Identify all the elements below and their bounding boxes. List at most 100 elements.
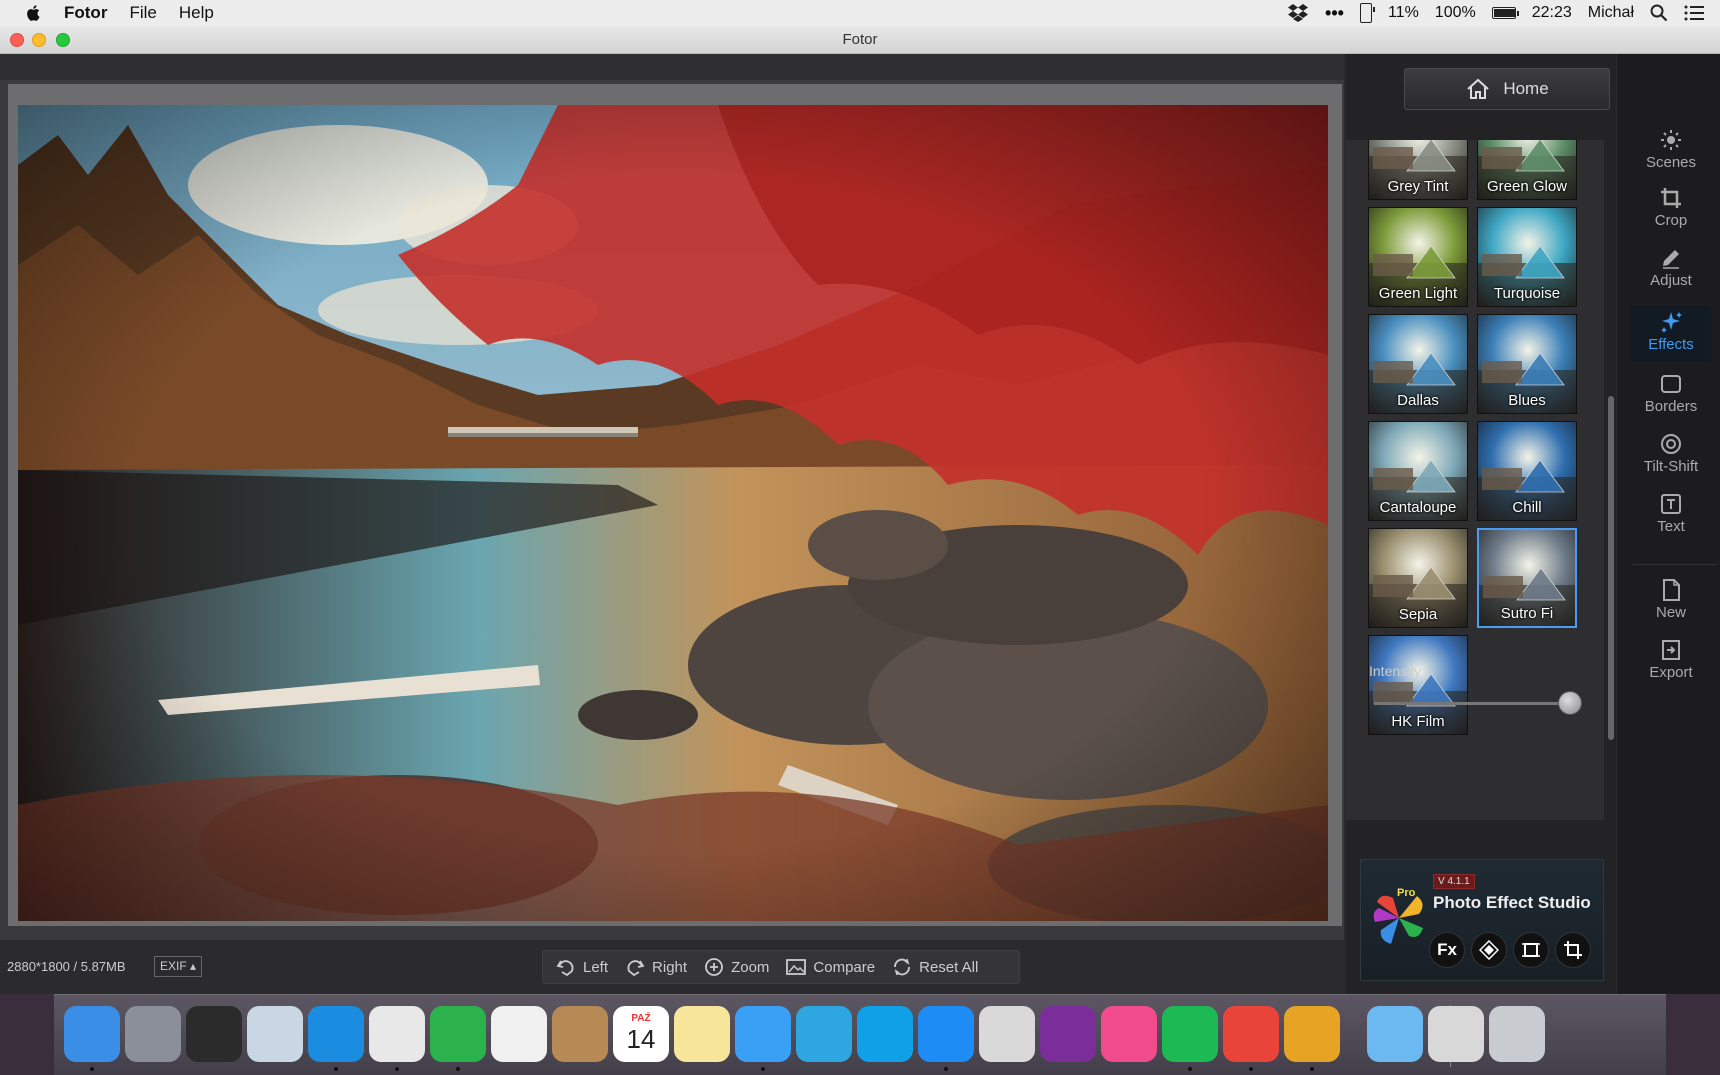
safari-icon[interactable] xyxy=(308,1006,364,1062)
edited-photo[interactable] xyxy=(18,105,1328,921)
intensity-slider[interactable] xyxy=(1374,691,1582,715)
effect-thumbnail[interactable]: Sutro Fi xyxy=(1477,528,1577,628)
sidebar-item-new[interactable]: New xyxy=(1631,574,1711,630)
frame-button[interactable] xyxy=(1513,932,1549,968)
effect-thumbnail[interactable]: HK Film xyxy=(1368,635,1468,735)
rotate-left-button[interactable]: Left xyxy=(555,956,608,978)
photo-effect-studio-promo[interactable]: Pro V 4.1.1 Photo Effect Studio Fx xyxy=(1360,859,1604,981)
menu-file[interactable]: File xyxy=(129,3,156,23)
sidebar-item-tilt-shift[interactable]: Tilt-Shift xyxy=(1631,428,1711,484)
close-window-button[interactable] xyxy=(10,33,24,47)
pattern-button[interactable] xyxy=(1471,932,1507,968)
more-menu-icon[interactable]: ••• xyxy=(1325,3,1344,24)
dock-running-indicator xyxy=(761,1067,765,1071)
sidebar-item-effects[interactable]: Effects xyxy=(1631,306,1711,362)
mail-icon[interactable] xyxy=(247,1006,303,1062)
messenger-icon[interactable] xyxy=(918,1006,974,1062)
sun-icon xyxy=(1661,130,1681,150)
itunes-icon[interactable] xyxy=(1101,1006,1157,1062)
calendar-icon[interactable]: PAŹ 14 xyxy=(613,1006,669,1062)
trash-icon[interactable] xyxy=(1489,1006,1545,1062)
sidebar-item-borders[interactable]: Borders xyxy=(1631,368,1711,424)
folder-icon[interactable] xyxy=(1367,1006,1423,1062)
mission-control-icon[interactable] xyxy=(186,1006,242,1062)
effects-scrollbar[interactable] xyxy=(1608,396,1614,740)
zoom-icon xyxy=(705,958,723,976)
chrome-icon[interactable] xyxy=(369,1006,425,1062)
dock-running-indicator xyxy=(90,1067,94,1071)
reset-all-button[interactable]: Reset All xyxy=(891,956,978,978)
colors-icon[interactable] xyxy=(1284,1006,1340,1062)
onenote-icon[interactable] xyxy=(1040,1006,1096,1062)
effect-thumbnail[interactable]: Cantaloupe xyxy=(1368,421,1468,521)
sidebar-item-crop[interactable]: Crop xyxy=(1631,182,1711,238)
minimize-window-button[interactable] xyxy=(32,33,46,47)
exif-button[interactable]: EXIF ▴ xyxy=(154,956,202,977)
downloads-stack-icon[interactable] xyxy=(1428,1006,1484,1062)
dropbox-icon[interactable] xyxy=(1287,3,1309,23)
notification-center-icon[interactable] xyxy=(1684,5,1704,21)
battery-small-icon xyxy=(1359,3,1375,23)
clock[interactable]: 22:23 xyxy=(1532,4,1572,22)
canvas-top-bar xyxy=(0,54,1344,80)
dock: PAŹ 14 xyxy=(54,994,1666,1075)
apple-icon[interactable] xyxy=(24,3,44,23)
contacts-icon[interactable] xyxy=(552,1006,608,1062)
pocket-icon[interactable] xyxy=(491,1006,547,1062)
launchpad-icon[interactable] xyxy=(125,1006,181,1062)
crop-icon xyxy=(1661,188,1681,208)
compare-button[interactable]: Compare xyxy=(785,956,875,978)
dock-running-indicator xyxy=(395,1067,399,1071)
spotlight-search-icon[interactable] xyxy=(1650,4,1668,22)
finder-icon[interactable] xyxy=(64,1006,120,1062)
effect-thumbnail[interactable]: Blues xyxy=(1477,314,1577,414)
sidebar-item-text[interactable]: Text xyxy=(1631,488,1711,544)
effect-thumbnail[interactable]: Dallas xyxy=(1368,314,1468,414)
effect-thumbnail[interactable]: Sepia xyxy=(1368,528,1468,628)
sidebar-item-export[interactable]: Export xyxy=(1631,634,1711,690)
crop-icon xyxy=(1564,941,1582,959)
calendar-month: PAŹ xyxy=(631,1013,651,1024)
effects-panel: Home Grey Tint Green Glow Green Light Turqu… xyxy=(1346,54,1616,994)
svg-text:Pro: Pro xyxy=(1397,887,1416,899)
effects-thumbnail-list[interactable]: Grey Tint Green Glow Green Light Turquoise D… xyxy=(1346,140,1604,820)
menu-help[interactable]: Help xyxy=(179,3,214,23)
battery-text[interactable]: 100% xyxy=(1435,4,1476,22)
sidebar-item-label: New xyxy=(1655,604,1686,621)
battery-icon[interactable] xyxy=(1491,7,1519,19)
zoom-window-button[interactable] xyxy=(56,33,70,47)
crop-tool-button[interactable] xyxy=(1555,932,1591,968)
skype-icon[interactable] xyxy=(857,1006,913,1062)
sidebar-item-adjust[interactable]: Adjust xyxy=(1631,242,1711,298)
fx-button[interactable]: Fx xyxy=(1429,932,1465,968)
rotate-right-icon xyxy=(627,960,645,977)
menu-app-name[interactable]: Fotor xyxy=(64,3,107,23)
pencil-icon xyxy=(1663,250,1679,269)
notes-icon[interactable] xyxy=(674,1006,730,1062)
effect-thumbnail[interactable]: Chill xyxy=(1477,421,1577,521)
messages-icon[interactable] xyxy=(735,1006,791,1062)
effect-thumbnail[interactable]: Turquoise xyxy=(1477,207,1577,307)
effect-thumbnail[interactable]: Grey Tint xyxy=(1368,140,1468,200)
intensity-slider-handle[interactable] xyxy=(1558,691,1582,715)
main-tools-sidebar: Scenes Crop Adjust Effects Borders Tilt-Shift… xyxy=(1617,54,1720,994)
feedly-icon[interactable] xyxy=(430,1006,486,1062)
canvas-tools-bar: Left Right Zoom Compare Reset All xyxy=(542,950,1020,984)
effect-thumbnail-label: Sepia xyxy=(1398,606,1438,623)
sidebar-item-scenes[interactable]: Scenes xyxy=(1631,124,1711,180)
sidebar-item-label: Tilt-Shift xyxy=(1643,458,1699,475)
downloader-icon[interactable] xyxy=(1223,1006,1279,1062)
preview-icon[interactable] xyxy=(979,1006,1035,1062)
spotify-icon[interactable] xyxy=(1162,1006,1218,1062)
rotate-right-button[interactable]: Right xyxy=(624,956,687,978)
home-button[interactable]: Home xyxy=(1404,68,1610,110)
effect-thumbnail-label: Sutro Fi xyxy=(1500,605,1554,622)
effect-thumbnail[interactable]: Green Light xyxy=(1368,207,1468,307)
user-name[interactable]: Michał xyxy=(1588,4,1634,22)
telegram-icon[interactable] xyxy=(796,1006,852,1062)
sidebar-item-label: Export xyxy=(1649,664,1693,681)
sidebar-item-label: Crop xyxy=(1654,212,1688,229)
sidebar-item-label: Adjust xyxy=(1650,272,1692,289)
zoom-button[interactable]: Zoom xyxy=(703,956,769,978)
effect-thumbnail[interactable]: Green Glow xyxy=(1477,140,1577,200)
